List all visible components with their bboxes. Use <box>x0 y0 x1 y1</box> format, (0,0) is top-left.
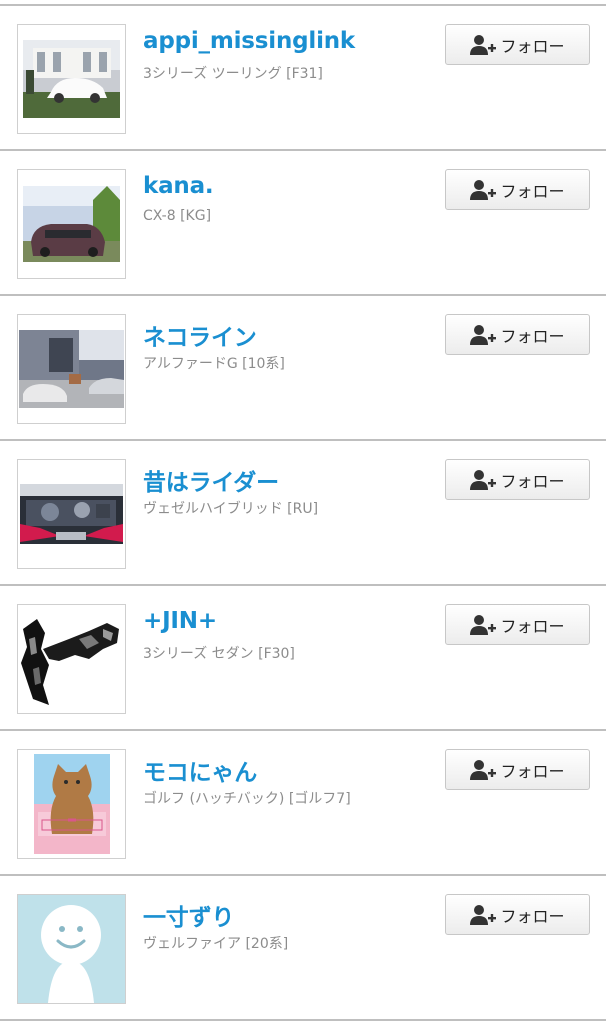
follow-button[interactable]: フォロー <box>445 24 590 65</box>
user-avatar[interactable] <box>17 169 126 279</box>
follow-button[interactable]: フォロー <box>445 459 590 500</box>
add-user-icon <box>470 324 497 345</box>
add-user-icon <box>470 179 497 200</box>
user-name[interactable]: ネコライン <box>143 318 257 352</box>
user-car: ヴェルファイア [20系] <box>143 936 289 952</box>
white-car-photo-icon <box>23 40 120 118</box>
user-avatar[interactable] <box>17 24 126 134</box>
user-car: ヴェゼルハイブリッド [RU] <box>143 501 319 517</box>
user-avatar[interactable] <box>17 604 126 714</box>
add-user-icon <box>470 759 497 780</box>
follow-label: フォロー <box>500 36 565 56</box>
user-avatar[interactable] <box>17 314 126 424</box>
user-row[interactable]: kana. CX-8 [KG] フォロー <box>0 151 606 296</box>
user-avatar[interactable] <box>17 749 126 859</box>
add-user-icon <box>470 469 497 490</box>
user-car: CX-8 [KG] <box>143 208 212 224</box>
add-user-icon <box>470 34 497 55</box>
user-name[interactable]: 昔はライダー <box>143 463 279 497</box>
user-name[interactable]: 一寸ずり <box>143 898 234 932</box>
add-user-icon <box>470 904 497 925</box>
follow-button[interactable]: フォロー <box>445 604 590 645</box>
user-row[interactable]: 昔はライダー ヴェゼルハイブリッド [RU] フォロー <box>0 441 606 586</box>
user-car: 3シリーズ ツーリング [F31] <box>143 66 323 82</box>
follow-button[interactable]: フォロー <box>445 894 590 935</box>
user-name[interactable]: +JIN+ <box>143 608 217 634</box>
follow-label: フォロー <box>500 326 565 346</box>
add-user-icon <box>470 614 497 635</box>
engine-bay-photo-icon <box>20 484 123 544</box>
user-name[interactable]: モコにゃん <box>143 753 257 787</box>
user-row[interactable]: モコにゃん ゴルフ (ハッチバック) [ゴルフ7] フォロー <box>0 731 606 876</box>
follow-label: フォロー <box>500 616 565 636</box>
follow-label: フォロー <box>500 906 565 926</box>
red-suv-photo-icon <box>23 186 120 262</box>
user-row[interactable]: +JIN+ 3シリーズ セダン [F30] フォロー <box>0 586 606 731</box>
user-name[interactable]: appi_missinglink <box>143 28 355 54</box>
user-avatar[interactable] <box>17 459 126 569</box>
user-avatar[interactable] <box>17 894 126 1004</box>
follow-button[interactable]: フォロー <box>445 749 590 790</box>
user-row[interactable]: ネコライン アルファードG [10系] フォロー <box>0 296 606 441</box>
cat-photo-icon <box>33 754 110 854</box>
user-list: appi_missinglink 3シリーズ ツーリング [F31] フォロー <box>0 0 606 1024</box>
user-car: ゴルフ (ハッチバック) [ゴルフ7] <box>143 791 351 807</box>
user-car: アルファードG [10系] <box>143 356 285 372</box>
follow-label: フォロー <box>500 181 565 201</box>
follow-button[interactable]: フォロー <box>445 314 590 355</box>
black-creature-art-icon <box>19 609 124 709</box>
user-row[interactable]: appi_missinglink 3シリーズ ツーリング [F31] フォロー <box>0 6 606 151</box>
user-name[interactable]: kana. <box>143 173 214 199</box>
follow-label: フォロー <box>500 761 565 781</box>
follow-button[interactable]: フォロー <box>445 169 590 210</box>
default-avatar-icon <box>18 895 125 1003</box>
follow-label: フォロー <box>500 471 565 491</box>
user-row[interactable]: 一寸ずり ヴェルファイア [20系] フォロー <box>0 876 606 1021</box>
user-car: 3シリーズ セダン [F30] <box>143 646 295 662</box>
house-cars-photo-icon <box>19 330 124 408</box>
